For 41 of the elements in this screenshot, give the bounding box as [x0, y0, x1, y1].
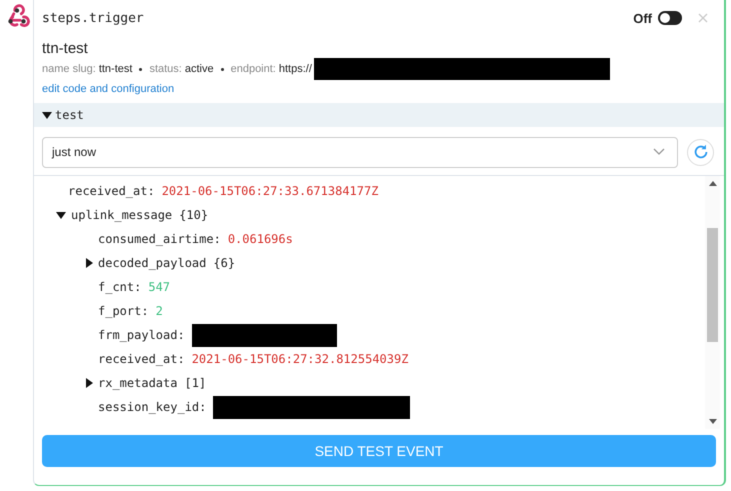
section-header[interactable]: test — [34, 103, 724, 127]
tree-value: 547 — [148, 280, 170, 294]
collapse-arrow-icon[interactable] — [56, 212, 66, 218]
expand-arrow-icon[interactable] — [86, 258, 93, 268]
item-count: {10} — [179, 208, 208, 222]
tree-key: consumed_airtime: — [98, 232, 221, 246]
meta-value: active — [184, 63, 214, 75]
meta-value: https:// — [278, 63, 312, 75]
tree-key[interactable]: rx_metadata — [98, 376, 178, 390]
toggle-label: Off — [633, 10, 652, 26]
tree-value: 2 — [156, 304, 163, 318]
tree-key: frm_payload: — [98, 328, 185, 342]
step-title: steps.trigger — [42, 10, 145, 26]
tree-key[interactable]: uplink_message — [71, 208, 172, 222]
meta-label: name slug: — [42, 63, 96, 75]
scroll-up-icon[interactable] — [708, 180, 716, 186]
event-select[interactable]: just now — [42, 136, 678, 168]
tree-value: 2021-06-15T06:27:33.671384177Z — [162, 184, 378, 198]
tree-key: f_port: — [98, 304, 149, 318]
meta-label: endpoint: — [230, 63, 276, 75]
edit-link[interactable]: edit code and configuration — [34, 77, 182, 95]
tree-value: 0.061696s — [228, 232, 293, 246]
scrollbar[interactable] — [705, 176, 720, 429]
tree-key: received_at: — [68, 184, 155, 198]
tree-key: session_key_id: — [98, 400, 206, 414]
meta-label: status: — [149, 63, 182, 75]
chevron-down-icon[interactable] — [653, 148, 665, 156]
tree-key: f_cnt: — [98, 280, 142, 294]
meta-value: ttn-test — [98, 63, 132, 75]
item-count: {6} — [213, 256, 236, 270]
item-count: [1] — [184, 376, 206, 390]
trigger-name: ttn-test — [41, 39, 89, 57]
tree-value: 2021-06-15T06:27:32.812554039Z — [192, 352, 408, 366]
expand-arrow-icon[interactable] — [86, 378, 93, 388]
toggle-switch[interactable] — [658, 11, 682, 25]
scroll-down-icon[interactable] — [708, 419, 716, 425]
tree-key: received_at: — [98, 352, 185, 366]
separator-dot — [139, 68, 142, 70]
refresh-icon[interactable] — [687, 138, 714, 166]
tree-key[interactable]: decoded_payload — [98, 256, 206, 270]
separator-dot — [220, 68, 224, 70]
